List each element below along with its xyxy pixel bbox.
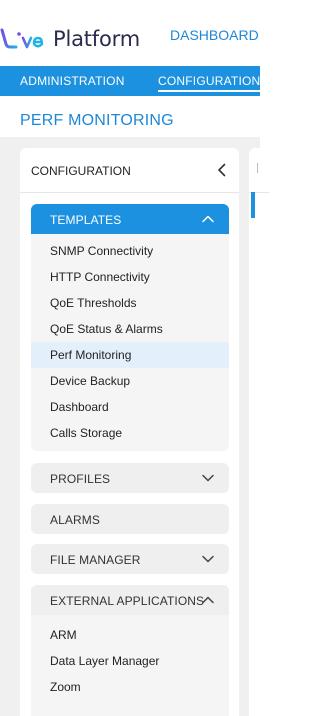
configuration-panel-title: CONFIGURATION [31,164,131,178]
configuration-panel: CONFIGURATION TEMPLATES SNMP Connectivit… [20,148,239,716]
list-item-snmp-connectivity[interactable]: SNMP Connectivity [31,238,229,264]
logo-live-mark [0,28,44,49]
section-templates-header[interactable]: TEMPLATES [31,204,229,234]
logo-text: Platform [53,27,140,51]
nav-administration[interactable]: ADMINISTRATION [20,74,125,88]
live-platform-logo[interactable]: Platform [0,24,140,54]
section-external-applications-label: EXTERNAL APPLICATIONS [50,594,205,608]
section-profiles-header[interactable]: PROFILES [31,463,229,493]
chevron-down-icon [202,474,214,482]
list-item-arm[interactable]: ARM [31,622,229,648]
section-alarms: ALARMS [31,504,229,534]
section-external-applications: EXTERNAL APPLICATIONS ARM Data Layer Man… [31,585,229,716]
list-item-qoe-status-alarms[interactable]: QoE Status & Alarms [31,316,229,342]
section-templates-label: TEMPLATES [50,213,122,227]
section-file-manager-label: FILE MANAGER [50,553,141,567]
list-item-data-layer-manager[interactable]: Data Layer Manager [31,648,229,674]
section-profiles-label: PROFILES [50,472,111,486]
section-profiles: PROFILES [31,463,229,493]
list-item-zoom[interactable]: Zoom [31,674,229,700]
list-item-dashboard[interactable]: Dashboard [31,394,229,420]
section-templates: TEMPLATES SNMP Connectivity HTTP Connect… [31,204,229,451]
configuration-panel-header: CONFIGURATION [20,148,239,193]
list-item-perf-monitoring[interactable]: Perf Monitoring [31,342,229,368]
details-panel [249,148,269,716]
nav-configuration[interactable]: CONFIGURATION [158,74,261,92]
page-title: PERF MONITORING [20,112,174,129]
list-item-calls-storage[interactable]: Calls Storage [31,420,229,446]
section-file-manager-header[interactable]: FILE MANAGER [31,544,229,574]
section-alarms-header[interactable]: ALARMS [31,504,229,534]
details-panel-active-strip [251,192,255,218]
templates-list: SNMP Connectivity HTTP Connectivity QoE … [31,234,229,451]
list-item-http-connectivity[interactable]: HTTP Connectivity [31,264,229,290]
chevron-up-icon [202,596,214,604]
list-item-device-backup[interactable]: Device Backup [31,368,229,394]
section-file-manager: FILE MANAGER [31,544,229,574]
list-item-qoe-thresholds[interactable]: QoE Thresholds [31,290,229,316]
external-applications-list: ARM Data Layer Manager Zoom [31,615,229,716]
chevron-up-icon [202,215,214,223]
chevron-down-icon [202,555,214,563]
chevron-left-icon[interactable] [214,162,230,178]
dashboard-link[interactable]: DASHBOARD [170,27,259,43]
details-panel-title-fragment [257,163,258,173]
top-header: Platform DASHBOARD [0,0,260,66]
section-external-applications-header[interactable]: EXTERNAL APPLICATIONS [31,585,229,615]
main-navbar: ADMINISTRATION CONFIGURATION [0,66,261,96]
section-alarms-label: ALARMS [50,513,100,527]
